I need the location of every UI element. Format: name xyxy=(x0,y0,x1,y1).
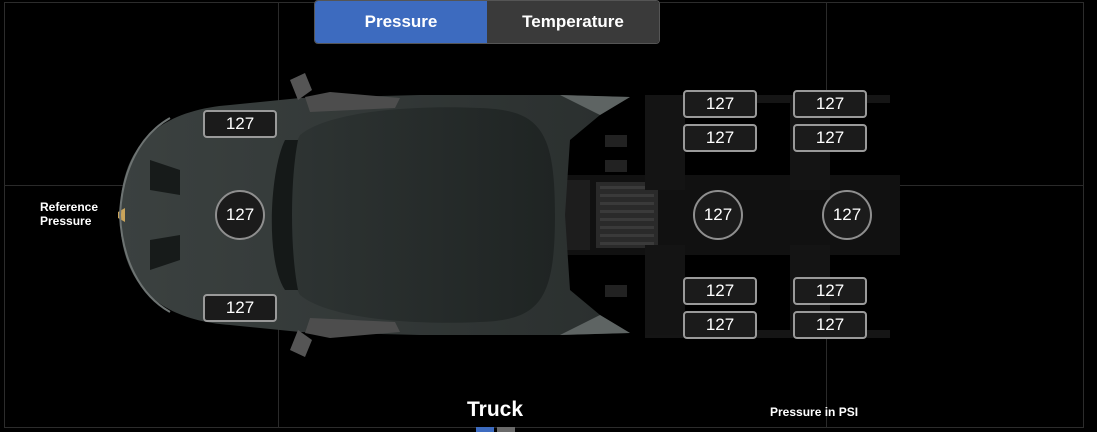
pager-dot-active[interactable] xyxy=(476,427,494,432)
tire-axle2-bottom-inner-pressure[interactable]: 127 xyxy=(793,277,867,305)
tire-axle1-top-inner-pressure[interactable]: 127 xyxy=(683,124,757,152)
tab-temperature[interactable]: Temperature xyxy=(487,1,659,43)
reference-pressure-value[interactable]: 127 xyxy=(215,190,265,240)
truck-top-view-image xyxy=(118,73,900,357)
tire-axle2-bottom-outer-pressure[interactable]: 127 xyxy=(793,311,867,339)
reference-pressure-label: Reference Pressure xyxy=(40,200,99,228)
tire-front-left-pressure[interactable]: 127 xyxy=(203,110,277,138)
tab-pressure[interactable]: Pressure xyxy=(315,1,487,43)
mode-tabs: Pressure Temperature xyxy=(314,0,660,44)
tire-axle1-bottom-outer-pressure[interactable]: 127 xyxy=(683,311,757,339)
vehicle-title: Truck xyxy=(466,398,524,421)
tire-axle2-top-inner-pressure[interactable]: 127 xyxy=(793,124,867,152)
pager-dot-inactive[interactable] xyxy=(497,427,515,432)
tire-axle1-top-outer-pressure[interactable]: 127 xyxy=(683,90,757,118)
tire-axle2-top-outer-pressure[interactable]: 127 xyxy=(793,90,867,118)
tire-axle1-bottom-inner-pressure[interactable]: 127 xyxy=(683,277,757,305)
drive-axle-1-pressure[interactable]: 127 xyxy=(693,190,743,240)
tire-front-right-pressure[interactable]: 127 xyxy=(203,294,277,322)
drive-axle-2-pressure[interactable]: 127 xyxy=(822,190,872,240)
units-label: Pressure in PSI xyxy=(770,405,859,419)
